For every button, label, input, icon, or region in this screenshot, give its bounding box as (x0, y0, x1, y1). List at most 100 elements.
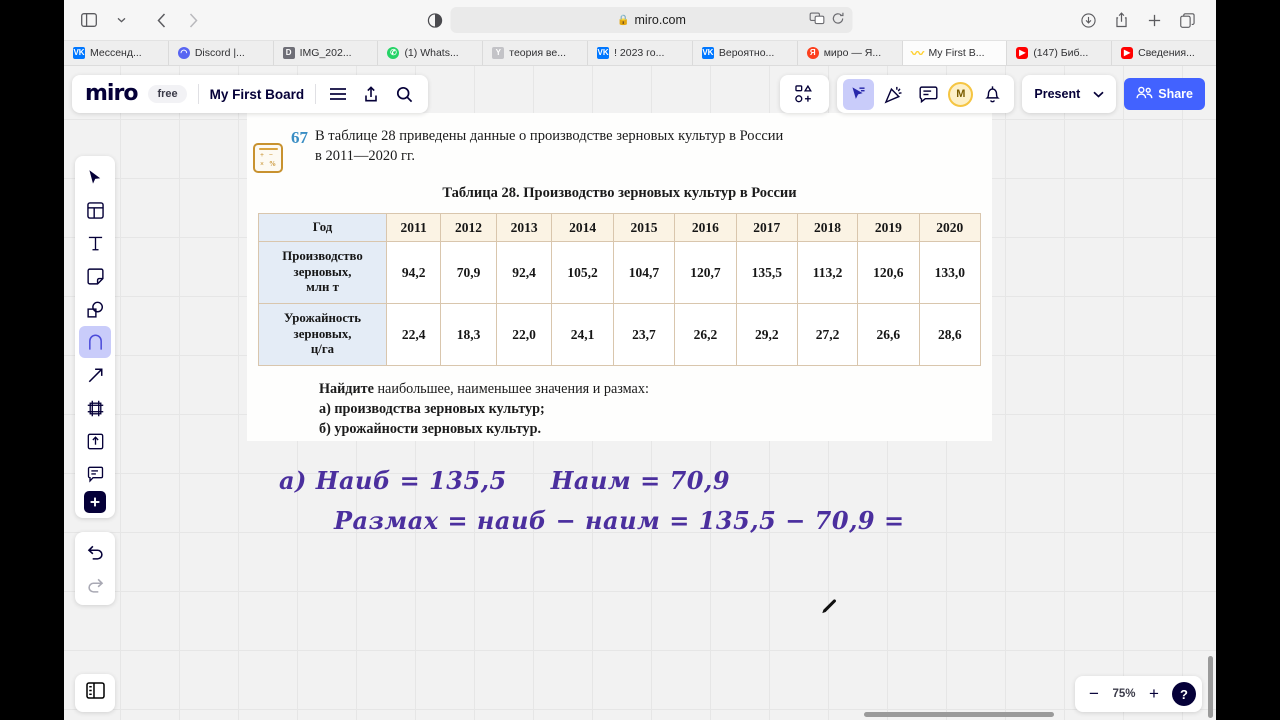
new-tab-plus-icon[interactable] (1139, 7, 1169, 33)
table-cell: 23,7 (612, 303, 676, 366)
handwriting-line-1[interactable]: а) Наиб = 135,5 Наим = 70,9 (279, 466, 730, 495)
tab-overview-icon[interactable] (1172, 7, 1202, 33)
whatsapp-icon: ✆ (387, 47, 400, 59)
problem-header: + − ×% 67 В таблице 28 приведены данные о… (247, 113, 992, 173)
text-t-icon[interactable] (79, 227, 111, 259)
browser-tab[interactable]: ✆ (1) Whats... (378, 41, 484, 65)
browser-toolbar: 🔒 miro.com (64, 0, 1216, 41)
tab-label: Сведения... (1138, 47, 1195, 59)
browser-tab[interactable]: Yтеория ве... (483, 41, 589, 65)
board-name[interactable]: My First Board (210, 87, 305, 102)
table-col-header: 2013 (495, 213, 553, 242)
tab-label: теория ве... (509, 47, 566, 59)
address-bar-area: 🔒 miro.com (427, 7, 853, 33)
problem-questions: Найдите наибольшее, наименьшее значения … (319, 379, 992, 439)
miro-logo[interactable]: miro (85, 83, 138, 105)
address-bar[interactable]: 🔒 miro.com (450, 7, 853, 33)
table-cell: 113,2 (796, 241, 859, 304)
undo-arrow-icon[interactable] (79, 536, 111, 568)
browser-tab[interactable]: Ямиро — Я... (797, 41, 903, 65)
sidebar-chevron-down-icon[interactable] (106, 7, 136, 33)
present-label[interactable]: Present (1034, 87, 1080, 101)
comments-icon[interactable] (913, 79, 944, 110)
downloads-icon[interactable] (1073, 7, 1103, 33)
search-icon[interactable] (393, 83, 415, 105)
cursor-select-icon[interactable] (843, 78, 875, 110)
plan-badge[interactable]: free (148, 85, 187, 103)
browser-tab[interactable]: VK ! 2023 го... (588, 41, 693, 65)
cursor-arrow-icon[interactable] (79, 161, 111, 193)
table-col-header: 2016 (674, 213, 737, 242)
reader-view-icon[interactable] (427, 12, 443, 28)
table-col-header: 2012 (440, 213, 497, 242)
vertical-scrollbar[interactable] (1208, 656, 1213, 718)
frame-icon[interactable] (79, 392, 111, 424)
pen-draw-icon[interactable] (79, 326, 111, 358)
divider (315, 84, 317, 104)
upload-box-icon[interactable] (79, 425, 111, 457)
table-cell: 120,7 (674, 241, 737, 304)
upload-icon[interactable] (360, 83, 382, 105)
table-cell: 22,4 (385, 303, 442, 366)
share-button[interactable]: Share (1124, 78, 1205, 110)
tab-label: (1) Whats... (404, 47, 459, 59)
handwriting-line-2[interactable]: Размах = наиб − наим = 135,5 − 70,9 = (334, 506, 905, 535)
table-cell: 94,2 (385, 241, 442, 304)
question-a: а) производства зерновых культур; (319, 401, 545, 418)
browser-nav-controls (64, 7, 208, 33)
shapes-icon[interactable] (79, 293, 111, 325)
reload-icon[interactable] (832, 12, 845, 28)
arrow-connector-icon[interactable] (79, 359, 111, 391)
table-col-header: 2014 (551, 213, 614, 242)
redo-arrow-icon[interactable] (79, 569, 111, 601)
zoom-level-label[interactable]: 75% (1109, 688, 1139, 700)
templates-icon[interactable] (789, 79, 820, 110)
sticky-note-icon[interactable] (79, 260, 111, 292)
table-cell: 105,2 (551, 241, 614, 304)
question-intro: Найдите наибольшее, наименьшее значения … (319, 381, 649, 397)
extensions-icon[interactable] (809, 12, 825, 28)
discord-icon: ◠ (177, 47, 190, 59)
row-label-yield: Урожайность зерновых, ц/га (258, 303, 387, 366)
browser-tab[interactable]: VK Вероятно... (692, 41, 798, 65)
back-arrow-icon[interactable] (146, 7, 176, 33)
miro-canvas[interactable]: + − ×% 67 В таблице 28 приведены данные о… (64, 66, 1216, 720)
comment-bubble-icon[interactable] (79, 458, 111, 490)
browser-tab[interactable]: ▶ (147) Биб... (1007, 41, 1113, 65)
share-icon[interactable] (1106, 7, 1136, 33)
present-chevron-down-icon[interactable] (1086, 82, 1110, 106)
avatar[interactable]: M (948, 81, 974, 107)
present-group: Present (1022, 75, 1117, 113)
template-grid-icon[interactable] (79, 194, 111, 226)
zoom-controls: − 75% + ? (1075, 676, 1202, 712)
row-label-production: Производство зерновых, млн т (258, 241, 387, 304)
tab-label: Вероятно... (718, 47, 775, 59)
browser-tab[interactable]: ◠ Discord |... (168, 41, 274, 65)
browser-tab[interactable]: VK Мессенд... (64, 41, 169, 65)
browser-right-controls (1073, 7, 1202, 33)
browser-tab[interactable]: ▶ Сведения... (1112, 41, 1216, 65)
browser-tab-active[interactable]: 〰 My First B... (902, 41, 1008, 65)
problem-number: 67 (291, 128, 308, 147)
tab-label: миро — Я... (823, 47, 882, 59)
table-cell: 120,6 (857, 241, 920, 304)
zoom-out-button[interactable]: − (1081, 681, 1107, 707)
bell-icon[interactable] (977, 79, 1008, 110)
tab-label: (147) Биб... (1033, 47, 1089, 59)
plus-icon[interactable] (84, 491, 106, 513)
side-panel-toggle[interactable] (75, 674, 115, 712)
tab-label: Discord |... (194, 47, 245, 59)
document-icon: D (282, 47, 295, 59)
horizontal-scrollbar[interactable] (864, 712, 1054, 717)
browser-tab[interactable]: D IMG_202... (273, 41, 379, 65)
reactions-icon[interactable] (878, 79, 909, 110)
table-cell: 26,6 (857, 303, 920, 366)
help-button[interactable]: ? (1172, 682, 1196, 706)
forward-arrow-icon[interactable] (178, 7, 208, 33)
handwriting-a-min: Наим = 70,9 (550, 466, 731, 495)
sidebar-toggle-icon[interactable] (74, 7, 104, 33)
hamburger-menu-icon[interactable] (327, 83, 349, 105)
board-image-problem-67[interactable]: + − ×% 67 В таблице 28 приведены данные о… (247, 113, 992, 441)
zoom-in-button[interactable]: + (1141, 681, 1167, 707)
table-cell: 29,2 (735, 303, 798, 366)
